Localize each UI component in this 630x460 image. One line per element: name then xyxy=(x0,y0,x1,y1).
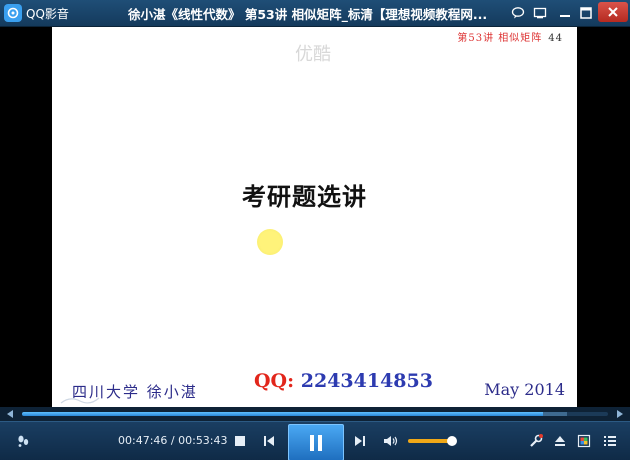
color-icon[interactable] xyxy=(574,431,594,451)
seek-progress-fill xyxy=(22,412,543,416)
qq-label: QQ: xyxy=(254,370,295,392)
slide-header: 第53讲 相似矩阵 44 xyxy=(457,29,563,44)
playlist-icon[interactable] xyxy=(600,431,620,451)
volume-slider[interactable] xyxy=(408,436,457,446)
seek-buffer xyxy=(542,412,567,416)
time-separator: / xyxy=(167,434,179,447)
previous-icon[interactable] xyxy=(259,431,279,451)
total-time: 00:53:43 xyxy=(178,434,228,447)
qq-player-logo-icon[interactable] xyxy=(4,4,22,22)
tools-icon[interactable] xyxy=(526,431,546,451)
progress-row xyxy=(0,407,630,421)
chat-icon[interactable] xyxy=(509,4,527,22)
video-area[interactable]: 第53讲 相似矩阵 44 优酷 考研题选讲 四川大学 徐小湛 QQ: 224341… xyxy=(0,27,630,407)
slide-lecture-label: 第53讲 相似矩阵 xyxy=(457,33,543,44)
qq-number: 2243414853 xyxy=(300,370,433,392)
footprint-icon[interactable] xyxy=(12,431,34,451)
seek-back-icon[interactable] xyxy=(4,409,16,419)
youku-watermark: 优酷 xyxy=(295,44,331,65)
time-display: 00:47:46 / 00:53:43 xyxy=(118,434,228,447)
qq-player-window: QQ影音 徐小湛《线性代数》 第53讲 相似矩阵_标清【理想视频教程网... 第… xyxy=(0,0,630,460)
control-bar: 00:47:46 / 00:53:43 xyxy=(0,421,630,460)
video-frame-slide: 第53讲 相似矩阵 44 优酷 考研题选讲 四川大学 徐小湛 QQ: 224341… xyxy=(52,27,577,407)
slide-title: 考研题选讲 xyxy=(242,183,367,211)
laser-pointer-dot xyxy=(257,229,283,255)
seek-bar[interactable] xyxy=(22,412,608,416)
maximize-icon[interactable] xyxy=(577,4,595,22)
close-icon[interactable] xyxy=(598,2,628,22)
minimize-icon[interactable] xyxy=(556,4,574,22)
video-title: 徐小湛《线性代数》 第53讲 相似矩阵_标清【理想视频教程网... xyxy=(128,7,488,22)
eject-icon[interactable] xyxy=(550,431,570,451)
volume-knob[interactable] xyxy=(446,436,457,446)
slide-qq-contact: QQ: 2243414853 xyxy=(254,370,433,392)
pause-icon[interactable] xyxy=(288,424,344,460)
current-time: 00:47:46 xyxy=(118,434,168,447)
player-watermark-icon xyxy=(60,395,100,407)
slide-page-number: 44 xyxy=(548,33,563,44)
seek-forward-icon[interactable] xyxy=(614,409,626,419)
next-icon[interactable] xyxy=(350,431,370,451)
volume-icon[interactable] xyxy=(381,431,401,451)
screen-icon[interactable] xyxy=(531,4,549,22)
stop-icon[interactable] xyxy=(230,431,250,451)
app-name: QQ影音 xyxy=(26,7,69,21)
volume-fill xyxy=(408,439,452,443)
slide-date: May 2014 xyxy=(484,380,565,399)
title-bar[interactable]: QQ影音 徐小湛《线性代数》 第53讲 相似矩阵_标清【理想视频教程网... xyxy=(0,0,630,27)
